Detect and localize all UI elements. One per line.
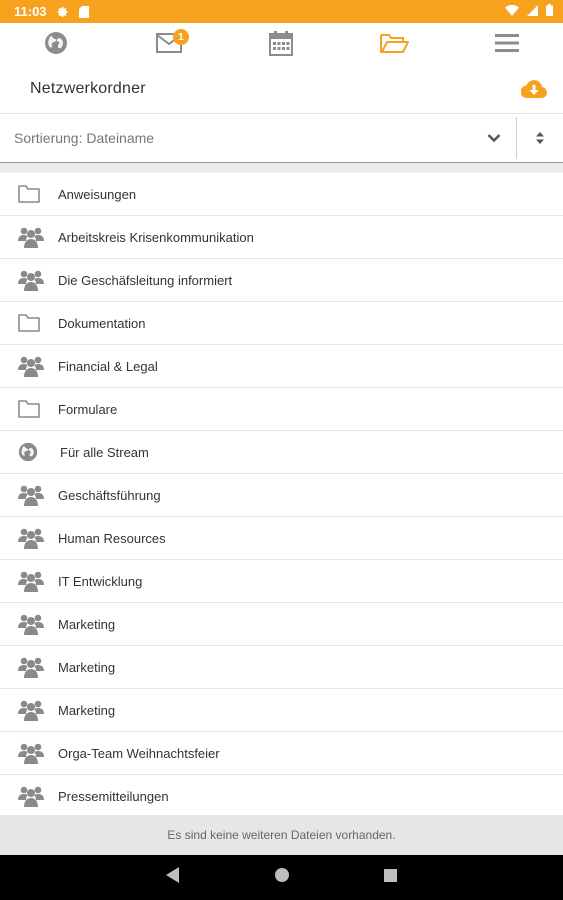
group-icon [18, 268, 46, 292]
list-item-label: Anweisungen [58, 186, 137, 202]
list-item[interactable]: Arbeitskreis Krisenkommunikation [0, 216, 563, 259]
group-icon [18, 526, 46, 550]
nav-globe[interactable] [0, 23, 113, 68]
nav-calendar[interactable] [225, 23, 338, 68]
list-item-label: Orga-Team Weihnachtsfeier [58, 745, 220, 761]
list-separator [0, 163, 563, 173]
home-icon[interactable] [275, 868, 289, 887]
group-icon [18, 612, 46, 636]
list-item[interactable]: Marketing [0, 646, 563, 689]
list-item[interactable]: Human Resources [0, 517, 563, 560]
sort-bar: Sortierung: Dateiname [0, 113, 563, 163]
group-icon [18, 655, 46, 679]
group-icon [18, 483, 46, 507]
list-item-label: Marketing [58, 616, 116, 632]
page-title: Netzwerkordner [30, 80, 146, 97]
list-item[interactable]: Orga-Team Weihnachtsfeier [0, 732, 563, 775]
battery-icon [546, 3, 553, 21]
group-icon [18, 569, 46, 593]
sd-card-icon [78, 5, 89, 18]
nav-menu[interactable] [450, 23, 563, 68]
list-item-label: IT Entwicklung [58, 573, 143, 589]
nav-folders[interactable] [338, 23, 451, 68]
list-item-label: Marketing [58, 659, 116, 675]
calendar-icon [269, 30, 294, 61]
page-header: Netzwerkordner [0, 68, 563, 110]
list-item-label: Human Resources [58, 530, 166, 546]
list-item-label: Die Geschäfsleitung informiert [58, 272, 233, 288]
back-icon[interactable] [166, 867, 180, 888]
recents-icon[interactable] [384, 868, 397, 887]
group-icon [18, 354, 46, 378]
list-item-label: Financial & Legal [58, 358, 158, 374]
sort-order-icon[interactable] [517, 114, 563, 162]
list-item[interactable]: Für alle Stream [0, 431, 563, 474]
file-list: Anweisungen Arbeitskreis Krisenkommunikat… [0, 173, 563, 818]
top-navigation: 1 [0, 23, 563, 68]
status-time: 11:03 [14, 4, 47, 19]
signal-icon [527, 3, 538, 21]
list-item[interactable]: Marketing [0, 689, 563, 732]
list-item-label: Marketing [58, 702, 116, 718]
sort-select[interactable]: Sortierung: Dateiname [0, 130, 472, 146]
nav-messages[interactable]: 1 [113, 23, 226, 68]
status-bar: 11:03 [0, 0, 563, 23]
list-item-label: Arbeitskreis Krisenkommunikation [58, 229, 254, 245]
wifi-icon [505, 3, 519, 21]
cloud-download-icon[interactable] [521, 79, 547, 99]
list-item[interactable]: Formulare [0, 388, 563, 431]
group-icon [18, 698, 46, 722]
group-icon [18, 741, 46, 765]
chevron-down-icon[interactable] [472, 114, 516, 162]
list-item[interactable]: Dokumentation [0, 302, 563, 345]
list-item[interactable]: IT Entwicklung [0, 560, 563, 603]
folder-icon [18, 182, 46, 206]
list-item-label: Pressemitteilungen [58, 788, 169, 804]
list-item-label: Formulare [58, 401, 118, 417]
list-item[interactable]: Financial & Legal [0, 345, 563, 388]
list-item[interactable]: Die Geschäfsleitung informiert [0, 259, 563, 302]
globe-icon [18, 440, 46, 464]
globe-icon [44, 31, 68, 60]
menu-icon [494, 33, 519, 58]
system-navigation-bar [0, 855, 563, 900]
mail-badge: 1 [172, 29, 189, 45]
folder-open-icon [379, 32, 410, 59]
list-item[interactable]: Pressemitteilungen [0, 775, 563, 818]
settings-gear-icon [57, 6, 69, 18]
list-item[interactable]: Marketing [0, 603, 563, 646]
list-item-label: Dokumentation [58, 315, 146, 331]
list-item-label: Geschäftsführung [58, 487, 161, 503]
list-item[interactable]: Geschäftsführung [0, 474, 563, 517]
list-item-label: Für alle Stream [60, 444, 149, 460]
end-of-list-message: Es sind keine weiteren Dateien vorhanden… [0, 815, 563, 855]
folder-icon [18, 397, 46, 421]
group-icon [18, 225, 46, 249]
folder-icon [18, 311, 46, 335]
list-item[interactable]: Anweisungen [0, 173, 563, 216]
group-icon [18, 784, 46, 808]
